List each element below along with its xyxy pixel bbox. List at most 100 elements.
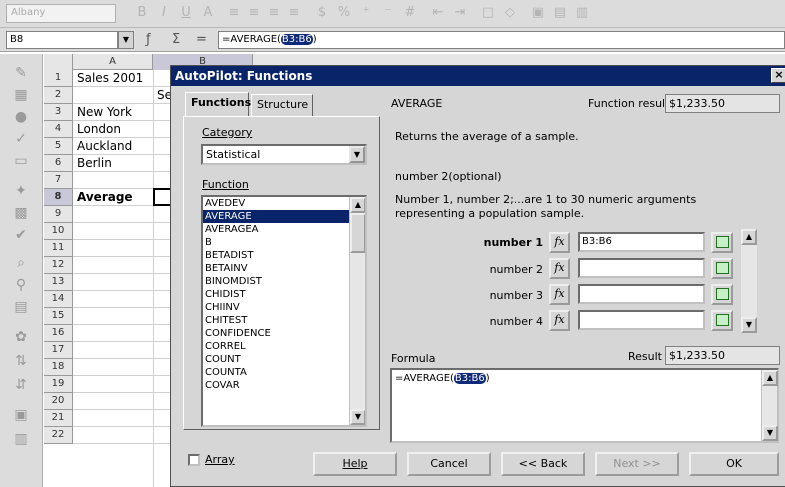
align-left-icon[interactable]: ≡ (226, 5, 242, 21)
row-header[interactable]: 1 (44, 70, 73, 87)
row-header[interactable]: 10 (44, 223, 73, 240)
function-list-scrollbar[interactable]: ▲ ▼ (349, 197, 365, 425)
row-header[interactable]: 13 (44, 274, 73, 291)
align-center-icon[interactable]: ≡ (246, 5, 262, 21)
merge-cells-icon[interactable]: ▣ (530, 5, 546, 21)
row-header[interactable]: 14 (44, 291, 73, 308)
close-icon[interactable]: × (771, 68, 785, 83)
row-header[interactable]: 20 (44, 393, 73, 410)
row-header[interactable]: 18 (44, 359, 73, 376)
help-button[interactable]: Help (313, 452, 397, 476)
list-item[interactable]: BETADIST (203, 249, 365, 262)
cell-a[interactable]: Average (77, 189, 133, 206)
add-decimal-icon[interactable]: ⁺ (358, 5, 374, 21)
scroll-up-icon[interactable]: ▲ (762, 370, 778, 386)
row-header[interactable]: 8 (44, 189, 73, 206)
arguments-scrollbar[interactable]: ▲ ▼ (741, 229, 757, 333)
background-color-icon[interactable]: ◇ (502, 5, 518, 21)
formula-scrollbar[interactable]: ▲ ▼ (761, 370, 778, 441)
function-list[interactable]: AVEDEV AVERAGE AVERAGEA B BETADIST BETAINV BIN… (201, 195, 367, 427)
font-color-icon[interactable]: A (200, 5, 216, 21)
column-header-a[interactable]: A (73, 54, 153, 70)
shrink-dialog-icon[interactable] (711, 258, 733, 279)
function-autopilot-icon[interactable]: ƒ (146, 32, 151, 47)
form-icon[interactable]: ▣ (12, 406, 30, 424)
fx-icon[interactable]: fx (549, 310, 570, 331)
currency-icon[interactable]: $ (314, 5, 330, 21)
align-right-icon[interactable]: ≡ (266, 5, 282, 21)
row-header[interactable]: 5 (44, 138, 73, 155)
underline-icon[interactable]: U (178, 5, 194, 21)
row-header[interactable]: 12 (44, 257, 73, 274)
array-label[interactable]: Array (205, 453, 235, 466)
cell-a[interactable]: New York (77, 104, 132, 121)
row-header[interactable]: 17 (44, 342, 73, 359)
sort-descending-icon[interactable]: ⇵ (12, 376, 30, 394)
list-item[interactable]: AVERAGE (203, 210, 365, 223)
increase-indent-icon[interactable]: ⇥ (452, 5, 468, 21)
argument-input-2[interactable] (578, 258, 705, 278)
list-item[interactable]: CHITEST (203, 314, 365, 327)
list-item[interactable]: AVEDEV (203, 197, 365, 210)
fx-icon[interactable]: fx (549, 284, 570, 305)
cell-a[interactable]: London (77, 121, 121, 138)
array-checkbox[interactable] (188, 454, 200, 466)
list-item[interactable]: CHIINV (203, 301, 365, 314)
shrink-dialog-icon[interactable] (711, 310, 733, 331)
cancel-button[interactable]: Cancel (407, 452, 491, 476)
row-header[interactable]: 7 (44, 172, 73, 189)
tab-functions[interactable]: Functions (185, 92, 251, 117)
insert-icon[interactable]: ▦ (12, 86, 30, 104)
cell-a[interactable]: Auckland (77, 138, 132, 155)
chevron-down-icon[interactable]: ▼ (118, 31, 134, 49)
scroll-thumb[interactable] (350, 213, 365, 253)
scroll-down-icon[interactable]: ▼ (762, 425, 778, 441)
row-icon[interactable]: ▥ (574, 5, 590, 21)
argument-input-3[interactable] (578, 284, 705, 304)
find-replace-icon[interactable]: ⌕ (12, 254, 30, 272)
number-format-icon[interactable]: # (402, 5, 418, 21)
scroll-up-icon[interactable]: ▲ (741, 229, 757, 245)
row-header[interactable]: 15 (44, 308, 73, 325)
table-icon[interactable]: ▥ (12, 430, 30, 448)
list-item[interactable]: COUNT (203, 353, 365, 366)
function-icon[interactable]: = (196, 32, 207, 47)
show-draw-icon[interactable]: ▭ (12, 152, 30, 170)
ok-button[interactable]: OK (689, 452, 779, 476)
data-source-icon[interactable]: ▤ (12, 298, 30, 316)
row-header[interactable]: 19 (44, 376, 73, 393)
sort-ascending-icon[interactable]: ⇅ (12, 352, 30, 370)
edit-file-icon[interactable]: ✎ (12, 64, 30, 82)
scroll-down-icon[interactable]: ▼ (350, 409, 365, 425)
fx-icon[interactable]: fx (549, 258, 570, 279)
italic-icon[interactable]: I (156, 5, 172, 21)
row-header[interactable]: 6 (44, 155, 73, 172)
spellcheck-icon[interactable]: ✓ (12, 130, 30, 148)
scroll-down-icon[interactable]: ▼ (741, 317, 757, 333)
row-header[interactable]: 9 (44, 206, 73, 223)
row-header[interactable]: 3 (44, 104, 73, 121)
percent-icon[interactable]: % (336, 5, 352, 21)
chevron-down-icon[interactable]: ▼ (349, 146, 365, 163)
sum-icon[interactable]: Σ (172, 32, 180, 47)
fx-icon[interactable]: fx (549, 232, 570, 253)
stylist-icon[interactable]: ✿ (12, 328, 30, 346)
row-header[interactable]: 22 (44, 427, 73, 444)
formula-editor[interactable]: =AVERAGE(B3:B6) ▲ ▼ (390, 368, 779, 443)
formula-input[interactable]: =AVERAGE(B3:B6) (218, 31, 785, 49)
cell-a[interactable]: Berlin (77, 155, 112, 172)
navigator-icon[interactable]: ✦ (12, 182, 30, 200)
dialog-title-bar[interactable]: AutoPilot: Functions × (171, 66, 785, 86)
next-button[interactable]: Next >> (595, 452, 679, 476)
borders-icon[interactable]: □ (480, 5, 496, 21)
row-header[interactable]: 4 (44, 121, 73, 138)
cell-a[interactable]: Sales 2001 (77, 70, 143, 87)
list-item[interactable]: CORREL (203, 340, 365, 353)
back-button[interactable]: << Back (501, 452, 585, 476)
select-all-corner[interactable] (44, 54, 73, 70)
list-item[interactable]: AVERAGEA (203, 223, 365, 236)
argument-input-4[interactable] (578, 310, 705, 330)
bold-icon[interactable]: B (134, 5, 150, 21)
category-select[interactable]: Statistical ▼ (201, 144, 367, 165)
shrink-dialog-icon[interactable] (711, 284, 733, 305)
